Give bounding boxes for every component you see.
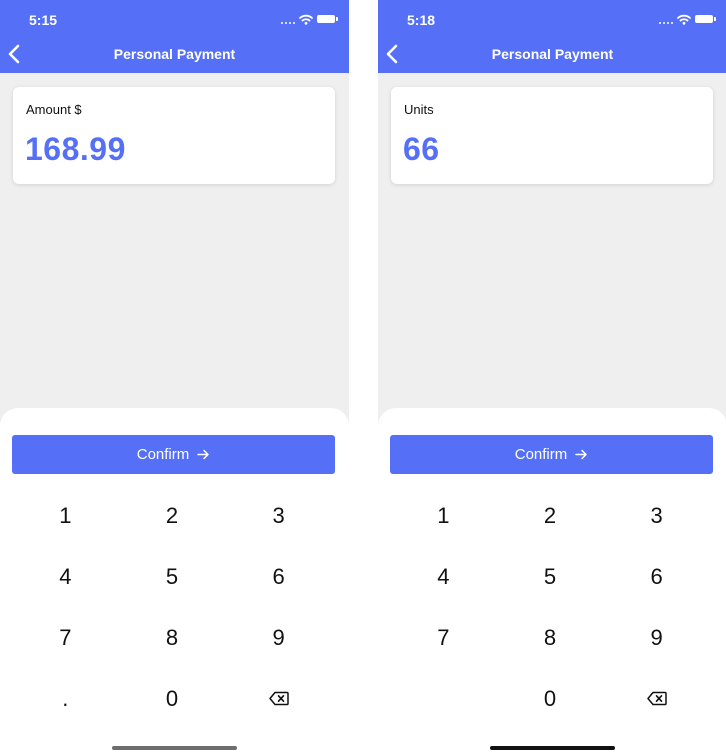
- status-time: 5:18: [407, 12, 436, 28]
- key-4[interactable]: 4: [390, 546, 497, 607]
- home-indicator: [112, 746, 237, 750]
- key-8[interactable]: 8: [119, 607, 226, 668]
- status-time: 5:15: [29, 12, 58, 28]
- payment-screen-units: 5:18 Personal Payment Units 66 Confirm 1…: [378, 0, 726, 754]
- backspace-key[interactable]: [225, 668, 332, 729]
- payment-screen-amount: 5:15 Personal Payment Amount $ 168.99 Co…: [0, 0, 349, 754]
- amount-label: Amount $: [26, 102, 82, 117]
- key-3[interactable]: 3: [603, 485, 710, 546]
- confirm-label: Confirm: [514, 446, 568, 463]
- wifi-icon: [299, 14, 313, 25]
- key-1[interactable]: 1: [390, 485, 497, 546]
- backspace-icon: [268, 691, 289, 706]
- battery-icon: [317, 15, 338, 23]
- amount-card[interactable]: Amount $ 168.99: [13, 87, 335, 184]
- home-indicator: [490, 746, 615, 750]
- confirm-label: Confirm: [136, 446, 190, 463]
- confirm-button[interactable]: Confirm: [12, 435, 335, 474]
- key-5[interactable]: 5: [119, 546, 226, 607]
- key-0[interactable]: 0: [119, 668, 226, 729]
- status-icons: [281, 13, 338, 25]
- key-7[interactable]: 7: [12, 607, 119, 668]
- wifi-icon: [677, 14, 691, 25]
- backspace-icon: [646, 691, 667, 706]
- arrow-right-icon: [197, 449, 209, 460]
- number-keypad: 1 2 3 4 5 6 7 8 9 0: [390, 485, 710, 729]
- key-3[interactable]: 3: [225, 485, 332, 546]
- confirm-button[interactable]: Confirm: [390, 435, 713, 474]
- signal-icon: [281, 14, 295, 24]
- backspace-key[interactable]: [603, 668, 710, 729]
- header-bar: 5:18 Personal Payment: [378, 0, 726, 73]
- key-2[interactable]: 2: [119, 485, 226, 546]
- key-6[interactable]: 6: [225, 546, 332, 607]
- key-6[interactable]: 6: [603, 546, 710, 607]
- battery-icon: [695, 15, 716, 23]
- units-value: 66: [403, 131, 440, 167]
- page-title: Personal Payment: [113, 46, 236, 62]
- key-7[interactable]: 7: [390, 607, 497, 668]
- key-2[interactable]: 2: [497, 485, 604, 546]
- key-5[interactable]: 5: [497, 546, 604, 607]
- keypad-sheet: Confirm 1 2 3 4 5 6 7 8 9 . 0: [0, 408, 349, 754]
- units-label: Units: [404, 102, 434, 117]
- key-empty: [390, 668, 497, 729]
- amount-value: 168.99: [25, 131, 126, 167]
- signal-icon: [659, 14, 673, 24]
- key-decimal[interactable]: .: [12, 668, 119, 729]
- key-9[interactable]: 9: [225, 607, 332, 668]
- key-4[interactable]: 4: [12, 546, 119, 607]
- status-icons: [659, 13, 716, 25]
- key-9[interactable]: 9: [603, 607, 710, 668]
- key-1[interactable]: 1: [12, 485, 119, 546]
- keypad-sheet: Confirm 1 2 3 4 5 6 7 8 9 0: [378, 408, 726, 754]
- key-0[interactable]: 0: [497, 668, 604, 729]
- header-bar: 5:15 Personal Payment: [0, 0, 349, 73]
- page-title: Personal Payment: [491, 46, 614, 62]
- units-card[interactable]: Units 66: [391, 87, 713, 184]
- key-8[interactable]: 8: [497, 607, 604, 668]
- arrow-right-icon: [575, 449, 587, 460]
- number-keypad: 1 2 3 4 5 6 7 8 9 . 0: [12, 485, 332, 729]
